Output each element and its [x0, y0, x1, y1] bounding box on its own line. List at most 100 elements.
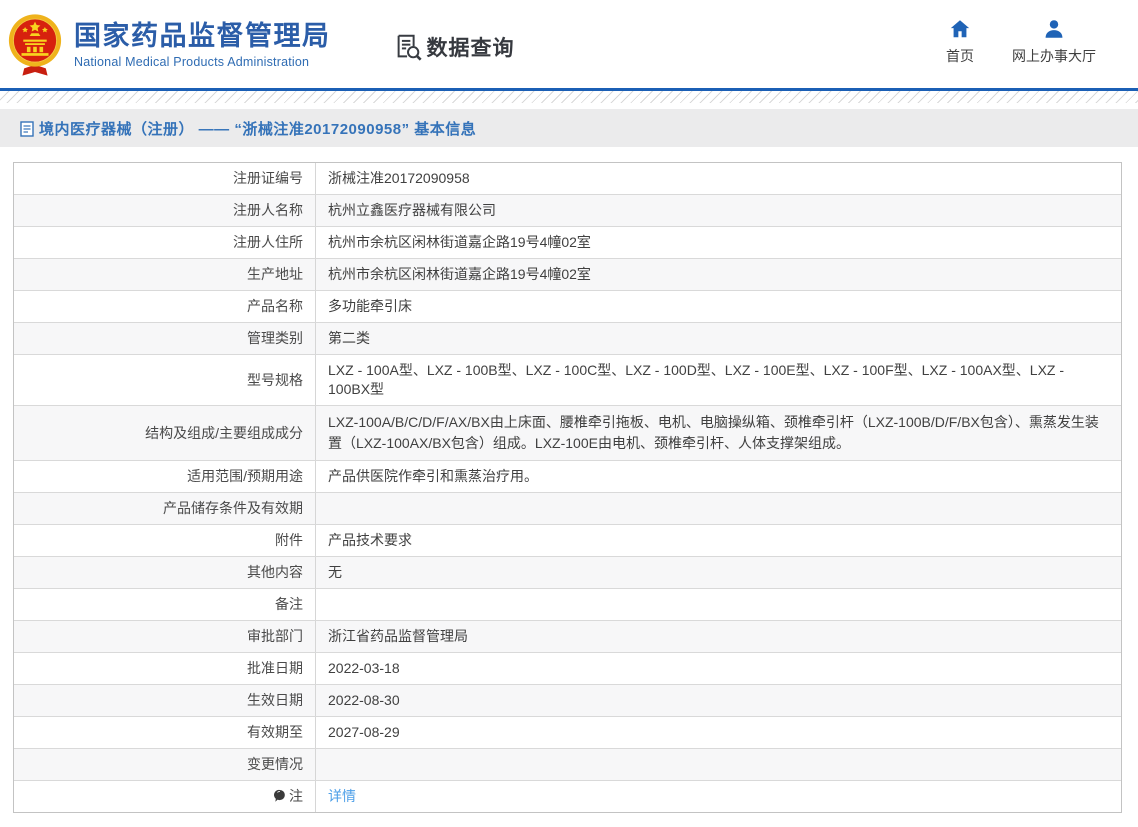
row-value-text: 杭州市余杭区闲林街道嘉企路19号4幢02室 — [328, 266, 591, 282]
row-label-text: 结构及组成/主要组成成分 — [145, 424, 303, 443]
row-label-text: 批准日期 — [247, 659, 303, 678]
row-value-text: LXZ-100A/B/C/D/F/AX/BX由上床面、腰椎牵引拖板、电机、电脑操… — [328, 414, 1099, 451]
row-value-text: 2022-08-30 — [328, 692, 400, 708]
row-label: 适用范围/预期用途 — [14, 461, 316, 492]
row-label-text: 适用范围/预期用途 — [187, 467, 303, 486]
row-label: 注册人住所 — [14, 227, 316, 258]
row-label: 生效日期 — [14, 685, 316, 716]
row-label: 注 — [14, 781, 316, 812]
row-label-text: 其他内容 — [247, 563, 303, 582]
row-label: 管理类别 — [14, 323, 316, 354]
info-table: 注册证编号浙械注准20172090958注册人名称杭州立鑫医疗器械有限公司注册人… — [13, 162, 1122, 813]
row-value: 多功能牵引床 — [316, 291, 1121, 322]
table-row: 结构及组成/主要组成成分 LXZ-100A/B/C/D/F/AX/BX由上床面、腰… — [14, 405, 1121, 460]
table-row: 附件 产品技术要求 — [14, 524, 1121, 556]
row-value: 杭州立鑫医疗器械有限公司 — [316, 195, 1121, 226]
table-row: 批准日期 2022-03-18 — [14, 652, 1121, 684]
row-label: 附件 — [14, 525, 316, 556]
row-label-text: 产品储存条件及有效期 — [163, 499, 303, 518]
table-row: 生产地址 杭州市余杭区闲林街道嘉企路19号4幢02室 — [14, 258, 1121, 290]
page-title-bar: 境内医疗器械（注册） —— “浙械注准20172090958” 基本信息 — [0, 109, 1138, 147]
row-label: 生产地址 — [14, 259, 316, 290]
data-query-icon — [393, 32, 423, 62]
row-value-text: 杭州市余杭区闲林街道嘉企路19号4幢02室 — [328, 234, 591, 250]
row-value — [316, 493, 1121, 524]
data-query-tab[interactable]: 数据查询 — [393, 32, 515, 62]
table-row: 审批部门 浙江省药品监督管理局 — [14, 620, 1121, 652]
row-label-text: 审批部门 — [247, 627, 303, 646]
row-value — [316, 749, 1121, 780]
national-emblem-logo — [8, 12, 62, 78]
row-label: 产品名称 — [14, 291, 316, 322]
table-row: 其他内容 无 — [14, 556, 1121, 588]
table-row: 产品储存条件及有效期 — [14, 492, 1121, 524]
row-value: 无 — [316, 557, 1121, 588]
row-label-text: 注册人住所 — [233, 233, 303, 252]
row-value: 浙械注准20172090958 — [316, 163, 1121, 194]
table-row: 型号规格 LXZ - 100A型、LXZ - 100B型、LXZ - 100C型、… — [14, 354, 1121, 405]
row-value-text: 产品供医院作牵引和熏蒸治疗用。 — [328, 468, 538, 484]
nav-service-hall[interactable]: 网上办事大厅 — [1012, 18, 1096, 66]
row-value-text: 多功能牵引床 — [328, 298, 412, 314]
row-label-text: 产品名称 — [247, 297, 303, 316]
row-label: 批准日期 — [14, 653, 316, 684]
header-nav: 首页 网上办事大厅 — [946, 18, 1096, 66]
row-value: LXZ - 100A型、LXZ - 100B型、LXZ - 100C型、LXZ … — [316, 355, 1121, 405]
table-row: 注册人住所 杭州市余杭区闲林街道嘉企路19号4幢02室 — [14, 226, 1121, 258]
brand-title-en: National Medical Products Administration — [74, 55, 331, 69]
row-value-text: 2022-03-18 — [328, 660, 400, 676]
hatched-stripe — [0, 91, 1138, 103]
table-row: 有效期至 2027-08-29 — [14, 716, 1121, 748]
row-label-text: 附件 — [275, 531, 303, 550]
document-icon — [20, 121, 34, 137]
row-label: 有效期至 — [14, 717, 316, 748]
row-value-text: 2027-08-29 — [328, 724, 400, 740]
brand: 国家药品监督管理局 National Medical Products Admi… — [8, 10, 331, 78]
row-label: 结构及组成/主要组成成分 — [14, 406, 316, 460]
row-label: 其他内容 — [14, 557, 316, 588]
row-label-text: 型号规格 — [247, 371, 303, 390]
row-value-text: 产品技术要求 — [328, 532, 412, 548]
row-label-text: 生产地址 — [247, 265, 303, 284]
table-row: 注册人名称 杭州立鑫医疗器械有限公司 — [14, 194, 1121, 226]
row-label: 注册人名称 — [14, 195, 316, 226]
row-label-text: 备注 — [275, 595, 303, 614]
row-value: 杭州市余杭区闲林街道嘉企路19号4幢02室 — [316, 259, 1121, 290]
row-value-text: 第二类 — [328, 330, 370, 346]
row-value-text: 杭州立鑫医疗器械有限公司 — [328, 202, 496, 218]
brand-text: 国家药品监督管理局 National Medical Products Admi… — [74, 19, 331, 69]
row-value-text: 浙江省药品监督管理局 — [328, 628, 468, 644]
row-value: 第二类 — [316, 323, 1121, 354]
row-label-text: 注册人名称 — [233, 201, 303, 220]
table-row: 注册证编号浙械注准20172090958 — [14, 163, 1121, 194]
row-label-text: 管理类别 — [247, 329, 303, 348]
table-row: 管理类别 第二类 — [14, 322, 1121, 354]
detail-link[interactable]: 详情 — [328, 788, 356, 804]
page-title: 境内医疗器械（注册） —— “浙械注准20172090958” 基本信息 — [39, 118, 476, 139]
row-value: 产品技术要求 — [316, 525, 1121, 556]
user-icon — [1043, 18, 1065, 40]
table-row: 变更情况 — [14, 748, 1121, 780]
row-value-text: LXZ - 100A型、LXZ - 100B型、LXZ - 100C型、LXZ … — [328, 362, 1064, 397]
note-balloon-icon — [273, 789, 286, 804]
site-header: 国家药品监督管理局 National Medical Products Admi… — [0, 0, 1138, 88]
row-label-text: 注 — [289, 787, 303, 806]
nav-service-hall-label: 网上办事大厅 — [1012, 46, 1096, 66]
nav-home[interactable]: 首页 — [946, 18, 974, 66]
row-value-text: 无 — [328, 564, 342, 580]
row-value: 浙江省药品监督管理局 — [316, 621, 1121, 652]
row-value: LXZ-100A/B/C/D/F/AX/BX由上床面、腰椎牵引拖板、电机、电脑操… — [316, 406, 1121, 460]
row-label-text: 生效日期 — [247, 691, 303, 710]
row-label: 备注 — [14, 589, 316, 620]
row-label: 产品储存条件及有效期 — [14, 493, 316, 524]
row-label: 变更情况 — [14, 749, 316, 780]
row-value: 2022-08-30 — [316, 685, 1121, 716]
table-row: 适用范围/预期用途 产品供医院作牵引和熏蒸治疗用。 — [14, 460, 1121, 492]
home-icon — [949, 18, 971, 40]
row-value: 杭州市余杭区闲林街道嘉企路19号4幢02室 — [316, 227, 1121, 258]
brand-title-cn: 国家药品监督管理局 — [74, 21, 331, 52]
row-label-text: 变更情况 — [247, 755, 303, 774]
row-label-text: 有效期至 — [247, 723, 303, 742]
row-label-text: 注册证编号 — [233, 169, 303, 188]
row-label: 审批部门 — [14, 621, 316, 652]
